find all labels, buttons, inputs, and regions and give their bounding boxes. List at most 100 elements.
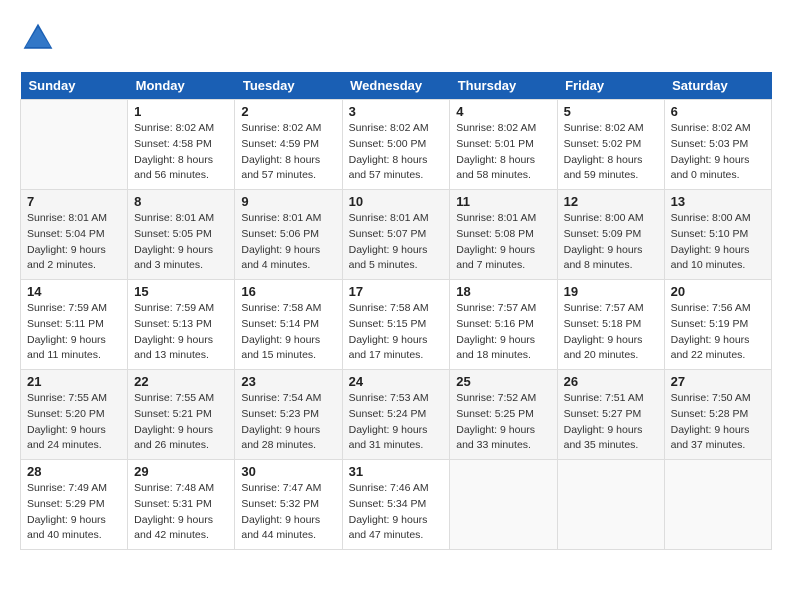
day-info: Sunrise: 7:46 AM Sunset: 5:34 PM Dayligh… — [349, 481, 444, 544]
day-info: Sunrise: 7:52 AM Sunset: 5:25 PM Dayligh… — [456, 391, 550, 454]
day-number: 6 — [671, 104, 765, 119]
calendar-day-cell — [450, 460, 557, 550]
day-info: Sunrise: 8:02 AM Sunset: 5:01 PM Dayligh… — [456, 121, 550, 184]
weekday-header-friday: Friday — [557, 72, 664, 100]
day-number: 25 — [456, 374, 550, 389]
calendar-day-cell: 2 Sunrise: 8:02 AM Sunset: 4:59 PM Daylig… — [235, 100, 342, 190]
calendar-header: SundayMondayTuesdayWednesdayThursdayFrid… — [21, 72, 772, 100]
day-info: Sunrise: 8:02 AM Sunset: 4:58 PM Dayligh… — [134, 121, 228, 184]
calendar-day-cell: 15 Sunrise: 7:59 AM Sunset: 5:13 PM Dayli… — [128, 280, 235, 370]
calendar-day-cell: 31 Sunrise: 7:46 AM Sunset: 5:34 PM Dayli… — [342, 460, 450, 550]
day-info: Sunrise: 8:00 AM Sunset: 5:09 PM Dayligh… — [564, 211, 658, 274]
calendar-day-cell: 29 Sunrise: 7:48 AM Sunset: 5:31 PM Dayli… — [128, 460, 235, 550]
calendar-day-cell: 4 Sunrise: 8:02 AM Sunset: 5:01 PM Daylig… — [450, 100, 557, 190]
weekday-header-monday: Monday — [128, 72, 235, 100]
day-info: Sunrise: 7:55 AM Sunset: 5:20 PM Dayligh… — [27, 391, 121, 454]
calendar-day-cell: 28 Sunrise: 7:49 AM Sunset: 5:29 PM Dayli… — [21, 460, 128, 550]
calendar-day-cell: 16 Sunrise: 7:58 AM Sunset: 5:14 PM Dayli… — [235, 280, 342, 370]
day-info: Sunrise: 7:48 AM Sunset: 5:31 PM Dayligh… — [134, 481, 228, 544]
calendar-day-cell: 17Sunrise: 7:58 AM Sunset: 5:15 PM Dayli… — [342, 280, 450, 370]
day-number: 24 — [349, 374, 444, 389]
calendar-day-cell: 21Sunrise: 7:55 AM Sunset: 5:20 PM Dayli… — [21, 370, 128, 460]
calendar-day-cell: 30Sunrise: 7:47 AM Sunset: 5:32 PM Dayli… — [235, 460, 342, 550]
calendar-day-cell: 27 Sunrise: 7:50 AM Sunset: 5:28 PM Dayli… — [664, 370, 771, 460]
calendar-day-cell: 3 Sunrise: 8:02 AM Sunset: 5:00 PM Daylig… — [342, 100, 450, 190]
day-number: 27 — [671, 374, 765, 389]
day-number: 19 — [564, 284, 658, 299]
day-info: Sunrise: 8:01 AM Sunset: 5:08 PM Dayligh… — [456, 211, 550, 274]
weekday-header-tuesday: Tuesday — [235, 72, 342, 100]
calendar-day-cell: 24 Sunrise: 7:53 AM Sunset: 5:24 PM Dayli… — [342, 370, 450, 460]
day-number: 30 — [241, 464, 335, 479]
day-info: Sunrise: 8:02 AM Sunset: 5:00 PM Dayligh… — [349, 121, 444, 184]
day-info: Sunrise: 7:59 AM Sunset: 5:13 PM Dayligh… — [134, 301, 228, 364]
calendar-day-cell: 22 Sunrise: 7:55 AM Sunset: 5:21 PM Dayli… — [128, 370, 235, 460]
day-number: 28 — [27, 464, 121, 479]
day-number: 15 — [134, 284, 228, 299]
day-number: 1 — [134, 104, 228, 119]
day-info: Sunrise: 7:57 AM Sunset: 5:18 PM Dayligh… — [564, 301, 658, 364]
day-number: 5 — [564, 104, 658, 119]
calendar-day-cell — [664, 460, 771, 550]
calendar-table: SundayMondayTuesdayWednesdayThursdayFrid… — [20, 72, 772, 550]
day-info: Sunrise: 8:02 AM Sunset: 4:59 PM Dayligh… — [241, 121, 335, 184]
calendar-day-cell: 6 Sunrise: 8:02 AM Sunset: 5:03 PM Daylig… — [664, 100, 771, 190]
day-info: Sunrise: 7:58 AM Sunset: 5:14 PM Dayligh… — [241, 301, 335, 364]
day-info: Sunrise: 7:57 AM Sunset: 5:16 PM Dayligh… — [456, 301, 550, 364]
day-info: Sunrise: 8:01 AM Sunset: 5:04 PM Dayligh… — [27, 211, 121, 274]
day-number: 29 — [134, 464, 228, 479]
day-number: 12 — [564, 194, 658, 209]
calendar-body: 1 Sunrise: 8:02 AM Sunset: 4:58 PM Daylig… — [21, 100, 772, 550]
day-info: Sunrise: 8:02 AM Sunset: 5:02 PM Dayligh… — [564, 121, 658, 184]
day-number: 10 — [349, 194, 444, 209]
day-number: 9 — [241, 194, 335, 209]
weekday-header-saturday: Saturday — [664, 72, 771, 100]
day-info: Sunrise: 8:01 AM Sunset: 5:07 PM Dayligh… — [349, 211, 444, 274]
weekday-header-sunday: Sunday — [21, 72, 128, 100]
day-number: 14 — [27, 284, 121, 299]
day-info: Sunrise: 7:51 AM Sunset: 5:27 PM Dayligh… — [564, 391, 658, 454]
day-number: 7 — [27, 194, 121, 209]
calendar-day-cell — [21, 100, 128, 190]
calendar-day-cell: 5 Sunrise: 8:02 AM Sunset: 5:02 PM Daylig… — [557, 100, 664, 190]
day-number: 11 — [456, 194, 550, 209]
day-info: Sunrise: 8:02 AM Sunset: 5:03 PM Dayligh… — [671, 121, 765, 184]
day-info: Sunrise: 7:54 AM Sunset: 5:23 PM Dayligh… — [241, 391, 335, 454]
logo-icon — [20, 20, 56, 56]
day-number: 26 — [564, 374, 658, 389]
day-info: Sunrise: 7:55 AM Sunset: 5:21 PM Dayligh… — [134, 391, 228, 454]
weekday-header-wednesday: Wednesday — [342, 72, 450, 100]
day-info: Sunrise: 8:01 AM Sunset: 5:06 PM Dayligh… — [241, 211, 335, 274]
day-number: 18 — [456, 284, 550, 299]
day-number: 8 — [134, 194, 228, 209]
logo — [20, 20, 62, 56]
day-number: 31 — [349, 464, 444, 479]
calendar-day-cell: 19 Sunrise: 7:57 AM Sunset: 5:18 PM Dayli… — [557, 280, 664, 370]
day-info: Sunrise: 8:00 AM Sunset: 5:10 PM Dayligh… — [671, 211, 765, 274]
calendar-day-cell: 9 Sunrise: 8:01 AM Sunset: 5:06 PM Daylig… — [235, 190, 342, 280]
calendar-day-cell: 14Sunrise: 7:59 AM Sunset: 5:11 PM Dayli… — [21, 280, 128, 370]
calendar-week-row: 1 Sunrise: 8:02 AM Sunset: 4:58 PM Daylig… — [21, 100, 772, 190]
calendar-day-cell: 26 Sunrise: 7:51 AM Sunset: 5:27 PM Dayli… — [557, 370, 664, 460]
day-number: 23 — [241, 374, 335, 389]
weekday-header-thursday: Thursday — [450, 72, 557, 100]
calendar-day-cell — [557, 460, 664, 550]
day-number: 4 — [456, 104, 550, 119]
day-info: Sunrise: 7:49 AM Sunset: 5:29 PM Dayligh… — [27, 481, 121, 544]
calendar-day-cell: 7 Sunrise: 8:01 AM Sunset: 5:04 PM Daylig… — [21, 190, 128, 280]
calendar-day-cell: 23 Sunrise: 7:54 AM Sunset: 5:23 PM Dayli… — [235, 370, 342, 460]
day-number: 22 — [134, 374, 228, 389]
calendar-day-cell: 12 Sunrise: 8:00 AM Sunset: 5:09 PM Dayli… — [557, 190, 664, 280]
day-number: 2 — [241, 104, 335, 119]
calendar-week-row: 14Sunrise: 7:59 AM Sunset: 5:11 PM Dayli… — [21, 280, 772, 370]
day-info: Sunrise: 8:01 AM Sunset: 5:05 PM Dayligh… — [134, 211, 228, 274]
weekday-header-row: SundayMondayTuesdayWednesdayThursdayFrid… — [21, 72, 772, 100]
day-info: Sunrise: 7:53 AM Sunset: 5:24 PM Dayligh… — [349, 391, 444, 454]
day-info: Sunrise: 7:50 AM Sunset: 5:28 PM Dayligh… — [671, 391, 765, 454]
day-number: 16 — [241, 284, 335, 299]
calendar-day-cell: 1 Sunrise: 8:02 AM Sunset: 4:58 PM Daylig… — [128, 100, 235, 190]
day-number: 3 — [349, 104, 444, 119]
calendar-day-cell: 11 Sunrise: 8:01 AM Sunset: 5:08 PM Dayli… — [450, 190, 557, 280]
page-header — [20, 20, 772, 56]
calendar-day-cell: 8 Sunrise: 8:01 AM Sunset: 5:05 PM Daylig… — [128, 190, 235, 280]
